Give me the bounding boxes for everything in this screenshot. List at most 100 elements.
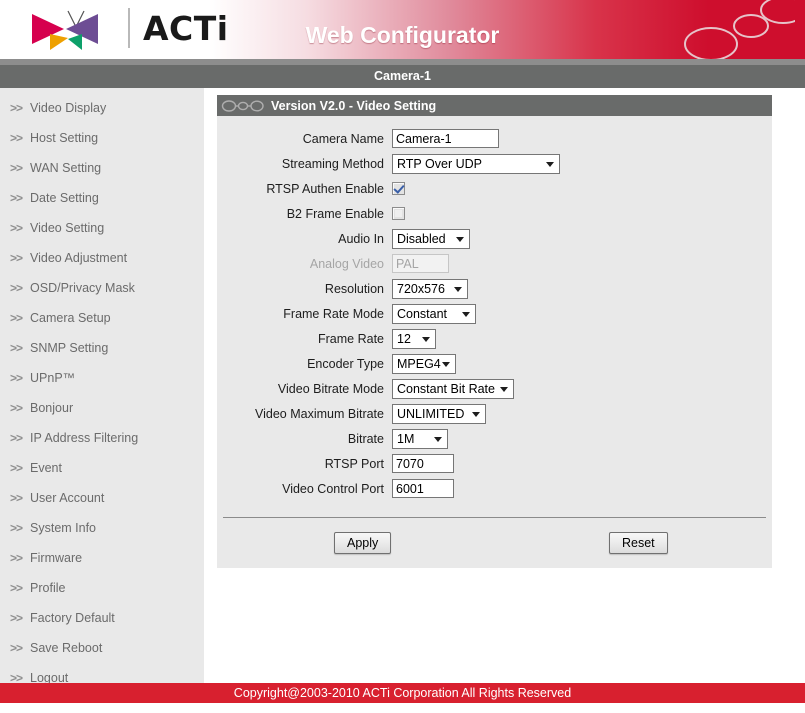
frame-rate-label: Frame Rate [318,331,384,346]
camera-name-label: Camera Name [302,131,384,146]
page-banner: ACTi Web Configurator [0,0,805,59]
sidebar-item-video-display[interactable]: >> Video Display [0,93,204,123]
sidebar-item-camera-setup[interactable]: >> Camera Setup [0,303,204,333]
video-maximum-bitrate-value: UNLIMITED [397,406,465,421]
sidebar-item-event[interactable]: >> Event [0,453,204,483]
video-control-port-input[interactable] [392,479,454,498]
chevron-right-icon: >> [10,101,23,115]
sidebar-item-label: WAN Setting [30,161,102,175]
chevron-right-icon: >> [10,161,23,175]
chevron-right-icon: >> [10,131,23,145]
chevron-right-icon: >> [10,251,23,265]
sidebar-item-system-info[interactable]: >> System Info [0,513,204,543]
field-row-resolution: Resolution 720x576 [217,276,772,301]
rtsp-authen-enable-checkbox[interactable] [392,182,405,195]
field-row-analog-video: Analog Video [217,251,772,276]
streaming-method-value: RTP Over UDP [397,156,482,171]
bitrate-value: 1M [397,431,415,446]
b2-frame-enable-checkbox[interactable] [392,207,405,220]
frame-rate-mode-label: Frame Rate Mode [283,306,384,321]
video-bitrate-mode-label: Video Bitrate Mode [277,381,384,396]
field-row-rtsp-authen-enable: RTSP Authen Enable [217,176,772,201]
apply-button[interactable]: Apply [334,532,392,554]
sidebar-item-snmp-setting[interactable]: >> SNMP Setting [0,333,204,363]
analog-video-label: Analog Video [309,256,384,271]
sidebar-item-label: Video Setting [30,221,105,235]
sidebar-item-label: UPnP™ [30,371,76,385]
frame-rate-select[interactable]: 12 [392,328,436,349]
video-control-port-label: Video Control Port [282,481,384,496]
field-row-encoder-type: Encoder Type MPEG4 [217,351,772,376]
sidebar-item-label: Date Setting [30,191,99,205]
sidebar-item-video-setting[interactable]: >> Video Setting [0,213,204,243]
sidebar-item-video-adjustment[interactable]: >> Video Adjustment [0,243,204,273]
sidebar-item-label: IP Address Filtering [30,431,139,445]
frame-rate-mode-select[interactable]: Constant [392,303,476,324]
chevron-right-icon: >> [10,551,23,565]
sidebar-item-label: System Info [30,521,97,535]
chevron-right-icon: >> [10,581,23,595]
sidebar-item-user-account[interactable]: >> User Account [0,483,204,513]
chevron-down-icon [472,411,480,417]
audio-in-select[interactable]: Disabled [392,228,470,249]
chevron-right-icon: >> [10,521,23,535]
audio-in-label: Audio In [338,231,384,246]
sidebar-item-label: Profile [30,581,66,595]
resolution-select[interactable]: 720x576 [392,278,468,299]
chevron-down-icon [422,336,430,342]
sidebar-item-upnp[interactable]: >> UPnP™ [0,363,204,393]
camera-title-bar: Camera-1 [0,65,805,88]
video-maximum-bitrate-select[interactable]: UNLIMITED [392,403,486,424]
chevron-right-icon: >> [10,491,23,505]
sidebar-item-label: Host Setting [30,131,99,145]
sidebar-item-label: Factory Default [30,611,115,625]
chevron-right-icon: >> [10,611,23,625]
chevron-right-icon: >> [10,311,23,325]
field-row-bitrate: Bitrate 1M [217,426,772,451]
chevron-right-icon: >> [10,191,23,205]
chevron-down-icon [462,311,470,317]
panel-header: Version V2.0 - Video Setting [217,95,772,116]
bitrate-select[interactable]: 1M [392,428,448,449]
camera-name-input[interactable] [392,129,499,148]
panel-title-text: Version V2.0 - Video Setting [271,98,437,113]
reset-button[interactable]: Reset [609,532,668,554]
streaming-method-label: Streaming Method [281,156,384,171]
chevron-down-icon [500,386,508,392]
streaming-method-select[interactable]: RTP Over UDP [392,153,560,174]
field-row-video-maximum-bitrate: Video Maximum Bitrate UNLIMITED [217,401,772,426]
sidebar-item-factory-default[interactable]: >> Factory Default [0,603,204,633]
sidebar-item-wan-setting[interactable]: >> WAN Setting [0,153,204,183]
sidebar-item-label: Video Adjustment [30,251,128,265]
sidebar-item-label: Event [30,461,62,475]
chevron-right-icon: >> [10,401,23,415]
sidebar-item-save-reboot[interactable]: >> Save Reboot [0,633,204,663]
sidebar-item-label: Camera Setup [30,311,111,325]
field-row-rtsp-port: RTSP Port [217,451,772,476]
sidebar-item-label: Bonjour [30,401,74,415]
sidebar-item-host-setting[interactable]: >> Host Setting [0,123,204,153]
field-row-b2-frame-enable: B2 Frame Enable [217,201,772,226]
web-configurator-page: ACTi Web Configurator Camera-1 >> Video … [0,0,805,713]
sidebar-nav: >> Video Display >> Host Setting >> WAN … [0,88,204,685]
sidebar-item-date-setting[interactable]: >> Date Setting [0,183,204,213]
chevron-down-icon [456,236,464,242]
chevron-down-icon [434,436,442,442]
field-row-audio-in: Audio In Disabled [217,226,772,251]
panel-body: Camera Name Streaming Method RTP Over UD… [217,116,772,505]
sidebar-item-osd-privacy-mask[interactable]: >> OSD/Privacy Mask [0,273,204,303]
sidebar-item-profile[interactable]: >> Profile [0,573,204,603]
footer-copyright: Copyright@2003-2010 ACTi Corporation All… [0,683,805,703]
chevron-right-icon: >> [10,341,23,355]
video-setting-panel: Version V2.0 - Video Setting Camera Name… [217,95,772,568]
rtsp-port-input[interactable] [392,454,454,473]
video-bitrate-mode-select[interactable]: Constant Bit Rate [392,378,514,399]
sidebar-item-firmware[interactable]: >> Firmware [0,543,204,573]
sidebar-item-bonjour[interactable]: >> Bonjour [0,393,204,423]
frame-rate-mode-value: Constant [397,306,448,321]
encoder-type-select[interactable]: MPEG4 [392,353,456,374]
b2-frame-enable-label: B2 Frame Enable [286,206,384,221]
chevron-right-icon: >> [10,461,23,475]
encoder-type-label: Encoder Type [307,356,384,371]
sidebar-item-ip-address-filtering[interactable]: >> IP Address Filtering [0,423,204,453]
